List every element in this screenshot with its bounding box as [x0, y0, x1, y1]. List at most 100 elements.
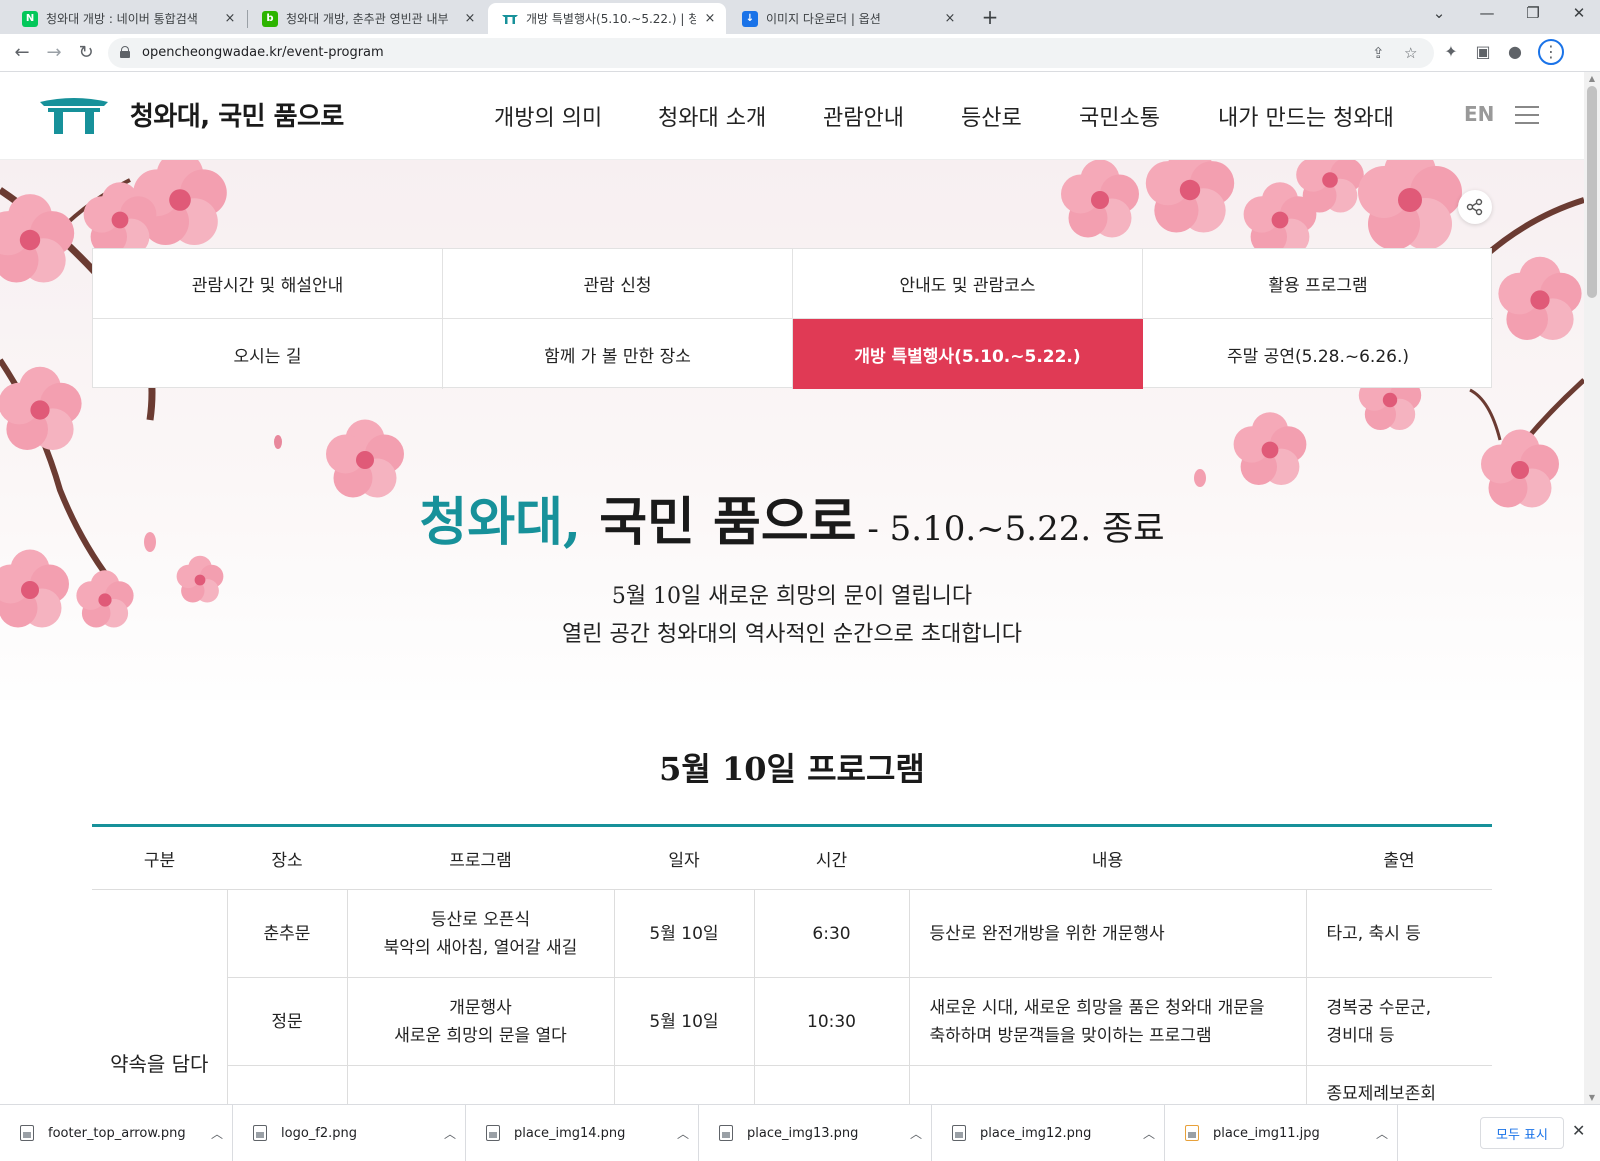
hero-title-accent: 청와대, — [419, 492, 582, 553]
close-window-button[interactable]: ✕ — [1564, 4, 1594, 22]
tab-label: 청와대 개방 : 네이버 통합검색 — [46, 12, 198, 26]
cast-cell: 타고, 축시 등 — [1305, 889, 1492, 978]
subnav-item-hours[interactable]: 관람시간 및 해설안내 — [93, 249, 443, 319]
subnav-item-apply[interactable]: 관람 신청 — [443, 249, 793, 319]
share-button[interactable] — [1458, 190, 1492, 224]
content-line: 새로운 시대, 새로운 희망을 품은 청와대 개문을 — [929, 997, 1265, 1018]
subnav-item-places[interactable]: 함께 가 볼 만한 장소 — [443, 319, 793, 389]
close-icon[interactable]: × — [702, 11, 718, 26]
gnb-item-my-cheongwadae[interactable]: 내가 만드는 청와대 — [1218, 100, 1394, 132]
language-toggle[interactable]: EN — [1464, 102, 1494, 126]
download-item[interactable]: footer_top_arrow.png ︿ — [0, 1105, 233, 1161]
hero-title: 청와대, 국민 품으로 - 5.10.~5.22. 종료 — [0, 480, 1584, 555]
subnav-item-programs[interactable]: 활용 프로그램 — [1143, 249, 1493, 319]
tab-event-program[interactable]: 개방 특별행사(5.10.~5.22.) | 청와 × — [488, 3, 726, 34]
subnav-item-special-event[interactable]: 개방 특별행사(5.10.~5.22.) — [793, 319, 1143, 389]
time-cell: 6:30 — [753, 889, 910, 978]
close-icon[interactable]: × — [462, 11, 478, 26]
gnb-item-trail[interactable]: 등산로 — [961, 100, 1022, 132]
lock-icon[interactable] — [120, 46, 130, 58]
download-filename: place_img14.png — [514, 1125, 626, 1141]
chevron-up-icon[interactable]: ︿ — [901, 1125, 931, 1142]
download-filename: place_img13.png — [747, 1125, 859, 1141]
hamburger-menu-icon[interactable] — [1515, 106, 1539, 124]
column-header: 내용 — [909, 825, 1306, 890]
extensions-icon[interactable]: ✦ — [1440, 42, 1462, 61]
side-panel-icon[interactable]: ▣ — [1472, 42, 1494, 61]
bookmark-star-icon[interactable]: ☆ — [1404, 44, 1417, 62]
date-cell: 5월 10일 — [613, 977, 755, 1066]
image-file-icon — [253, 1125, 267, 1141]
cast-line: 경비대 등 — [1326, 1025, 1395, 1046]
program-subtitle: 북악의 새아침, 열어갈 새길 — [383, 937, 578, 958]
subnav-item-map-course[interactable]: 안내도 및 관람코스 — [793, 249, 1143, 319]
gnb-item-communication[interactable]: 국민소통 — [1079, 100, 1160, 132]
close-icon[interactable]: × — [222, 11, 238, 26]
restore-button[interactable]: ❐ — [1518, 4, 1548, 22]
subnav-item-weekend-show[interactable]: 주말 공연(5.28.~6.26.) — [1143, 319, 1493, 389]
chevron-up-icon[interactable]: ︿ — [1367, 1125, 1397, 1142]
column-header: 시간 — [754, 825, 909, 890]
image-file-icon — [719, 1125, 733, 1141]
sub-navigation: 관람시간 및 해설안내 관람 신청 안내도 및 관람코스 활용 프로그램 오시는… — [92, 248, 1493, 389]
column-header: 일자 — [614, 825, 754, 890]
download-item[interactable]: place_img11.jpg ︿ — [1165, 1105, 1398, 1161]
url-text[interactable]: opencheongwadae.kr/event-program — [142, 45, 384, 60]
forward-button[interactable]: → — [42, 41, 66, 65]
subnav-item-directions[interactable]: 오시는 길 — [93, 319, 443, 389]
cheongwadae-logo-icon[interactable] — [40, 96, 108, 136]
download-filename: logo_f2.png — [281, 1125, 357, 1141]
browser-menu-icon[interactable]: ⋮ — [1538, 39, 1564, 65]
download-filename: place_img12.png — [980, 1125, 1092, 1141]
site-logo-text[interactable]: 청와대, 국민 품으로 — [130, 96, 344, 133]
download-item[interactable]: place_img12.png ︿ — [932, 1105, 1165, 1161]
close-download-shelf-icon[interactable]: ✕ — [1572, 1121, 1585, 1140]
scroll-up-icon[interactable]: ▲ — [1587, 74, 1597, 83]
download-item[interactable]: place_img13.png ︿ — [699, 1105, 932, 1161]
tab-blog[interactable]: b 청와대 개방, 춘추관 영빈관 내부 × — [248, 3, 486, 34]
download-item[interactable]: place_img14.png ︿ — [466, 1105, 699, 1161]
image-file-icon — [486, 1125, 500, 1141]
gnb-item-meaning[interactable]: 개방의 의미 — [494, 100, 602, 132]
site-header: 청와대, 국민 품으로 개방의 의미 청와대 소개 관람안내 등산로 국민소통 … — [0, 72, 1584, 160]
place-cell: 정문 — [226, 977, 348, 1066]
reload-button[interactable]: ↻ — [74, 41, 98, 65]
share-page-icon[interactable]: ⇪ — [1372, 44, 1385, 62]
tab-label: 청와대 개방, 춘추관 영빈관 내부 — [286, 12, 449, 26]
chevron-up-icon[interactable]: ︿ — [435, 1125, 465, 1142]
program-section-title: 5월 10일 프로그램 — [659, 750, 925, 788]
gnb-item-visit-guide[interactable]: 관람안내 — [823, 100, 904, 132]
hero-description-line-1: 5월 10일 새로운 희망의 문이 열립니다 — [611, 584, 973, 609]
tab-image-downloader[interactable]: ↓ 이미지 다운로더 | 옵션 × — [728, 3, 966, 34]
chevron-up-icon[interactable]: ︿ — [1134, 1125, 1164, 1142]
address-bar[interactable]: opencheongwadae.kr/event-program ⇪ ☆ — [108, 38, 1434, 68]
scrollbar-thumb[interactable] — [1587, 86, 1597, 298]
table-row: 정문 개문행사 새로운 희망의 문을 열다 5월 10일 10:30 새로운 시대… — [92, 977, 1492, 1066]
close-icon[interactable]: × — [942, 11, 958, 26]
table-row: 약속을 담다 춘추문 등산로 오픈식 북악의 새아침, 열어갈 새길 5월 10일… — [92, 889, 1492, 1154]
new-tab-button[interactable]: + — [978, 5, 1002, 29]
blog-icon: b — [262, 10, 278, 27]
minimize-button[interactable]: — — [1472, 4, 1502, 22]
content-line: 축하하며 방문객들을 맞이하는 프로그램 — [929, 1025, 1212, 1046]
page-scrollbar[interactable]: ▲ ▼ — [1584, 72, 1600, 1104]
tab-search-button[interactable]: ⌄ — [1424, 4, 1454, 22]
download-item[interactable]: logo_f2.png ︿ — [233, 1105, 466, 1161]
program-name: 개문행사 — [449, 997, 512, 1018]
chevron-up-icon[interactable]: ︿ — [668, 1125, 698, 1142]
date-cell: 5월 10일 — [613, 889, 755, 978]
gnb-item-about[interactable]: 청와대 소개 — [658, 100, 766, 132]
hero-title-main: 국민 품으로 — [581, 492, 857, 553]
show-all-downloads-button[interactable]: 모두 표시 — [1480, 1117, 1564, 1149]
chevron-up-icon[interactable]: ︿ — [202, 1125, 232, 1142]
program-name: 등산로 오픈식 — [430, 909, 531, 930]
tab-naver-search[interactable]: N 청와대 개방 : 네이버 통합검색 × — [8, 3, 246, 34]
scroll-down-icon[interactable]: ▼ — [1587, 1093, 1597, 1102]
back-button[interactable]: ← — [10, 41, 34, 65]
cast-line: 타고, 축시 등 — [1326, 923, 1421, 944]
profile-avatar-icon[interactable]: ● — [1504, 42, 1526, 61]
download-shelf: footer_top_arrow.png ︿ logo_f2.png ︿ place… — [0, 1104, 1600, 1161]
download-filename: footer_top_arrow.png — [48, 1125, 186, 1141]
hero-description-line-2: 열린 공간 청와대의 역사적인 순간으로 초대합니다 — [561, 622, 1022, 647]
program-cell: 개문행사 새로운 희망의 문을 열다 — [346, 977, 615, 1066]
